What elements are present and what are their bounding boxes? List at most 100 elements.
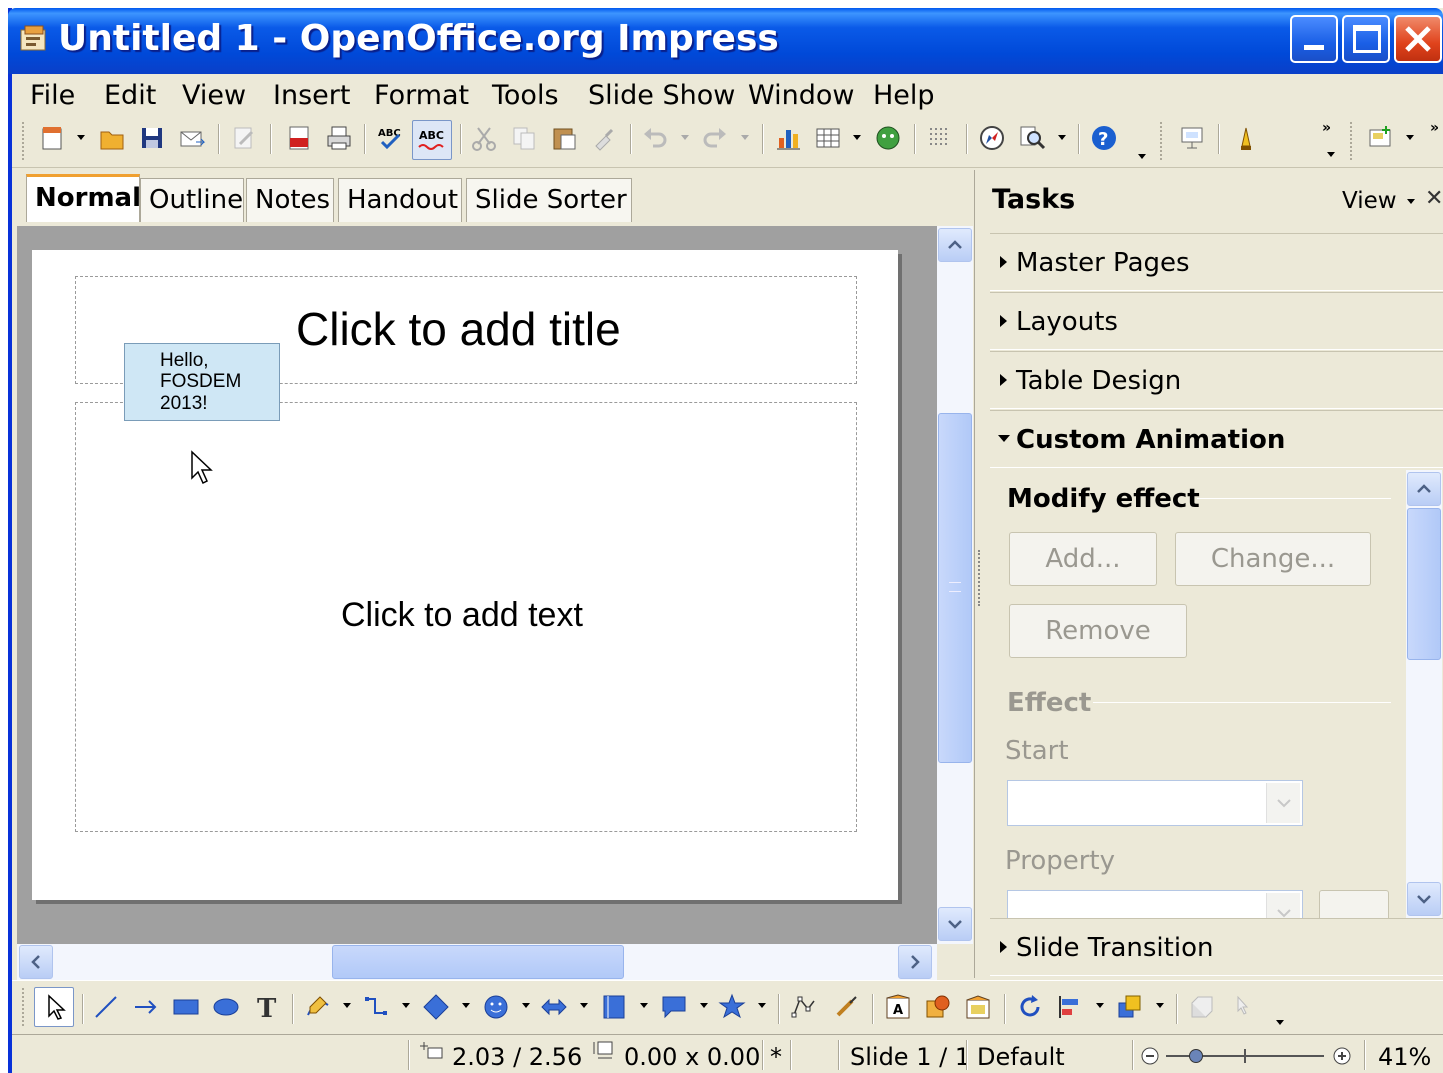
line-arrow-icon[interactable] [132,993,160,1021]
arrange-dropdown-icon[interactable] [1156,1003,1164,1008]
basic-shapes-dropdown-icon[interactable] [462,1003,470,1008]
flowchart-icon[interactable] [600,993,628,1021]
section-master-pages[interactable]: Master Pages [990,233,1443,291]
chart-icon[interactable] [774,124,802,152]
maximize-button[interactable] [1342,15,1390,63]
text-placeholder-text[interactable]: Click to add text [341,596,583,635]
autospellcheck-toggle[interactable]: ABC [412,120,452,160]
new-document-icon[interactable] [38,124,66,152]
property-select[interactable] [1007,890,1303,918]
tab-notes[interactable]: Notes [246,178,334,222]
new-slide-icon[interactable] [1366,124,1394,152]
toolbar-grip[interactable] [22,122,26,160]
insert-image-icon[interactable] [924,993,952,1021]
select-tool[interactable] [34,987,74,1027]
status-layout[interactable]: Default [977,1043,1065,1071]
menu-slide-show[interactable]: Slide Show [588,80,735,111]
tab-normal[interactable]: Normal [26,174,141,222]
scroll-down-button[interactable] [1407,882,1441,916]
zoom-icon[interactable] [1018,124,1046,152]
gallery-toggle-icon[interactable] [964,993,992,1021]
interaction-icon[interactable] [1228,993,1256,1021]
callouts-icon[interactable] [660,993,688,1021]
extrusion-icon[interactable] [1188,993,1216,1021]
ellipse-icon[interactable] [212,993,240,1021]
curve-icon[interactable] [304,993,332,1021]
navigator-icon[interactable] [978,124,1006,152]
email-icon[interactable] [178,124,206,152]
undo-icon[interactable] [641,124,669,152]
menu-file[interactable]: File [30,80,75,111]
toolbar-overflow-icon[interactable] [1136,124,1148,162]
menu-insert[interactable]: Insert [273,80,350,111]
points-icon[interactable] [790,993,818,1021]
vertical-scroll-thumb[interactable] [938,413,972,763]
menu-window[interactable]: Window [748,80,854,111]
add-effect-button[interactable]: Add... [1009,532,1157,586]
fontwork-icon[interactable]: A [884,993,912,1021]
arrange-icon[interactable] [1116,993,1144,1021]
horizontal-scroll-thumb[interactable] [332,945,624,979]
print-icon[interactable] [325,124,353,152]
spellcheck-icon[interactable]: ABC [376,124,404,152]
toolbar-grip[interactable] [1350,122,1354,160]
copy-icon[interactable] [510,124,538,152]
toolbar-overflow-icon[interactable] [1274,990,1286,1028]
menu-tools[interactable]: Tools [492,80,559,111]
status-zoom[interactable]: 41% [1378,1043,1431,1071]
clone-formatting-icon[interactable] [590,124,618,152]
menu-help[interactable]: Help [873,80,935,111]
new-slide-dropdown-icon[interactable] [1406,135,1414,140]
stars-dropdown-icon[interactable] [758,1003,766,1008]
close-button[interactable] [1394,15,1442,63]
curve-dropdown-icon[interactable] [343,1003,351,1008]
new-dropdown-icon[interactable] [77,135,85,140]
toolbar-grip[interactable] [1160,122,1164,160]
redo-dropdown-icon[interactable] [741,135,749,140]
callouts-dropdown-icon[interactable] [700,1003,708,1008]
task-pane-close-icon[interactable]: ✕ [1425,186,1443,211]
section-table-design[interactable]: Table Design [990,351,1443,409]
title-placeholder-text[interactable]: Click to add title [296,302,621,356]
rotate-icon[interactable] [1016,993,1044,1021]
grid-icon[interactable] [926,124,954,152]
table-icon[interactable] [814,124,842,152]
change-effect-button[interactable]: Change... [1175,532,1371,586]
undo-dropdown-icon[interactable] [681,135,689,140]
connector-dropdown-icon[interactable] [402,1003,410,1008]
basic-shapes-icon[interactable] [422,993,450,1021]
alignment-icon[interactable] [1056,993,1084,1021]
stars-icon[interactable] [718,993,746,1021]
cut-icon[interactable] [470,124,498,152]
scroll-up-button[interactable] [938,228,972,262]
section-layouts[interactable]: Layouts [990,292,1443,350]
export-pdf-icon[interactable] [285,124,313,152]
chevron-down-icon[interactable] [1266,893,1300,918]
help-icon[interactable]: ? [1090,124,1118,152]
redo-icon[interactable] [701,124,729,152]
zoom-in-icon[interactable] [1332,1046,1352,1066]
open-folder-icon[interactable] [98,124,126,152]
save-icon[interactable] [138,124,166,152]
toolbar-more-icon[interactable]: » [1322,120,1342,162]
flowchart-dropdown-icon[interactable] [640,1003,648,1008]
scroll-right-button[interactable] [898,945,932,979]
menu-edit[interactable]: Edit [104,80,156,111]
connector-icon[interactable] [362,993,390,1021]
task-pane-view-menu[interactable]: View [1342,188,1415,214]
section-custom-animation[interactable]: Custom Animation [990,410,1443,468]
tab-slide-sorter[interactable]: Slide Sorter [466,178,632,222]
start-select[interactable] [1007,780,1303,826]
presentation-toolbar-icon[interactable] [1178,124,1206,152]
zoom-out-icon[interactable] [1140,1046,1160,1066]
block-arrows-icon[interactable] [540,993,568,1021]
zoom-slider-handle[interactable] [1189,1049,1203,1063]
alignment-dropdown-icon[interactable] [1096,1003,1104,1008]
glue-points-icon[interactable] [832,993,860,1021]
tab-outline[interactable]: Outline [140,178,244,222]
menu-format[interactable]: Format [374,80,469,111]
task-pane-scroll-thumb[interactable] [1407,508,1441,660]
scroll-left-button[interactable] [19,945,53,979]
section-slide-transition[interactable]: Slide Transition [990,918,1443,976]
property-options-button[interactable] [1319,890,1389,918]
